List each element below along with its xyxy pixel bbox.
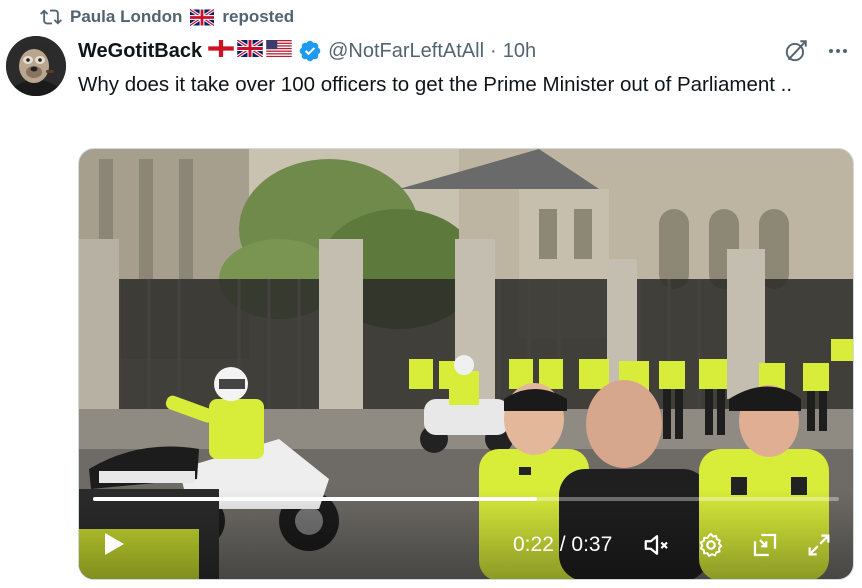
author-flags bbox=[208, 38, 292, 62]
video-progress-fill bbox=[93, 497, 537, 501]
tweet-text: Why does it take over 100 officers to ge… bbox=[78, 73, 793, 96]
video-player[interactable]: 0:22 / 0:37 bbox=[78, 148, 854, 580]
author-handle[interactable]: @NotFarLeftAtAll bbox=[328, 40, 484, 63]
mute-icon[interactable] bbox=[641, 529, 673, 561]
more-icon[interactable] bbox=[824, 37, 852, 65]
uk-flag-icon bbox=[189, 7, 216, 27]
video-progress-bar[interactable] bbox=[93, 497, 839, 501]
repost-indicator[interactable]: Paula London reposted bbox=[40, 6, 294, 28]
video-time-separator: / bbox=[553, 533, 572, 556]
tweet-header: WeGotitBack @NotFarLeftAtAll · 10h bbox=[78, 36, 852, 66]
grok-icon[interactable] bbox=[782, 37, 810, 65]
video-controls: 0:22 / 0:37 bbox=[79, 489, 853, 579]
play-icon[interactable] bbox=[99, 529, 129, 559]
settings-gear-icon[interactable] bbox=[695, 529, 727, 561]
england-flag-icon bbox=[208, 40, 234, 62]
author-display-name[interactable]: WeGotitBack bbox=[78, 40, 202, 63]
fullscreen-icon[interactable] bbox=[803, 529, 835, 561]
repost-label: reposted bbox=[222, 7, 295, 26]
us-flag-icon bbox=[266, 40, 292, 62]
uk-flag-icon bbox=[236, 38, 264, 62]
repost-icon bbox=[40, 6, 62, 28]
video-current-time: 0:22 bbox=[513, 533, 554, 556]
video-duration: 0:37 bbox=[571, 533, 613, 556]
post-time[interactable]: 10h bbox=[503, 40, 536, 63]
picture-in-picture-icon[interactable] bbox=[749, 529, 781, 561]
video-time: 0:22 / 0:37 bbox=[513, 533, 612, 557]
avatar[interactable] bbox=[6, 36, 66, 96]
separator-dot: · bbox=[490, 39, 497, 62]
verified-badge-icon[interactable] bbox=[298, 39, 322, 63]
reposter-name[interactable]: Paula London bbox=[70, 7, 182, 27]
